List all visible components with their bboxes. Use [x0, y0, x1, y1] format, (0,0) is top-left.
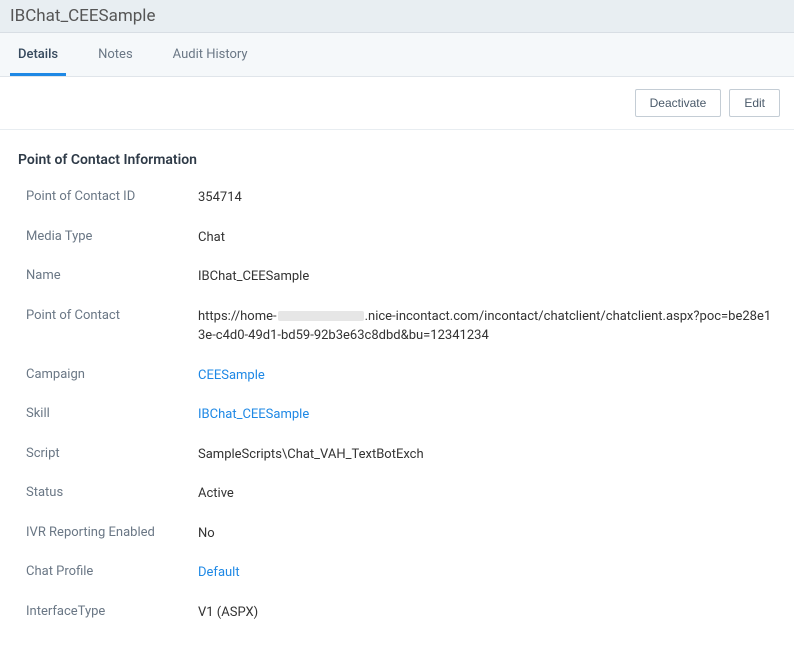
page-title: IBChat_CEESample: [10, 6, 784, 26]
value-interface-type: V1 (ASPX): [198, 603, 776, 623]
label-name: Name: [26, 267, 198, 285]
field-name: Name IBChat_CEESample: [26, 267, 776, 287]
tabs-container: Details Notes Audit History: [10, 33, 784, 76]
label-chat-profile: Chat Profile: [26, 563, 198, 581]
tabs-bar: Details Notes Audit History: [0, 33, 794, 77]
value-name: IBChat_CEESample: [198, 267, 776, 287]
field-poc: Point of Contact https://home-.nice-inco…: [26, 307, 776, 346]
value-poc-id: 354714: [198, 188, 776, 208]
label-script: Script: [26, 445, 198, 463]
label-poc: Point of Contact: [26, 307, 198, 325]
value-chat-profile-link[interactable]: Default: [198, 563, 776, 583]
label-ivr: IVR Reporting Enabled: [26, 524, 198, 542]
value-poc: https://home-.nice-incontact.com/inconta…: [198, 307, 776, 346]
label-poc-id: Point of Contact ID: [26, 188, 198, 206]
label-status: Status: [26, 484, 198, 502]
field-skill: Skill IBChat_CEESample: [26, 405, 776, 425]
label-media-type: Media Type: [26, 228, 198, 246]
field-poc-id: Point of Contact ID 354714: [26, 188, 776, 208]
edit-button[interactable]: Edit: [729, 89, 780, 117]
action-bar: Deactivate Edit: [0, 77, 794, 130]
field-status: Status Active: [26, 484, 776, 504]
value-media-type: Chat: [198, 228, 776, 248]
value-script: SampleScripts\Chat_VAH_TextBotExch: [198, 445, 776, 465]
value-status: Active: [198, 484, 776, 504]
content-area: Point of Contact Information Point of Co…: [0, 130, 794, 652]
label-campaign: Campaign: [26, 366, 198, 384]
value-ivr: No: [198, 524, 776, 544]
tab-audit-history[interactable]: Audit History: [165, 33, 256, 76]
field-ivr: IVR Reporting Enabled No: [26, 524, 776, 544]
label-skill: Skill: [26, 405, 198, 423]
field-media-type: Media Type Chat: [26, 228, 776, 248]
field-interface-type: InterfaceType V1 (ASPX): [26, 603, 776, 623]
value-poc-pre: https://home-: [198, 309, 277, 324]
tab-notes[interactable]: Notes: [90, 33, 141, 76]
section-title: Point of Contact Information: [18, 152, 776, 168]
tab-details[interactable]: Details: [10, 33, 66, 76]
header-bar: IBChat_CEESample: [0, 0, 794, 33]
field-script: Script SampleScripts\Chat_VAH_TextBotExc…: [26, 445, 776, 465]
fields-list: Point of Contact ID 354714 Media Type Ch…: [18, 188, 776, 622]
deactivate-button[interactable]: Deactivate: [635, 89, 722, 117]
value-skill-link[interactable]: IBChat_CEESample: [198, 405, 776, 425]
value-campaign-link[interactable]: CEESample: [198, 366, 776, 386]
field-chat-profile: Chat Profile Default: [26, 563, 776, 583]
field-campaign: Campaign CEESample: [26, 366, 776, 386]
label-interface-type: InterfaceType: [26, 603, 198, 621]
redacted-block: [278, 311, 364, 321]
